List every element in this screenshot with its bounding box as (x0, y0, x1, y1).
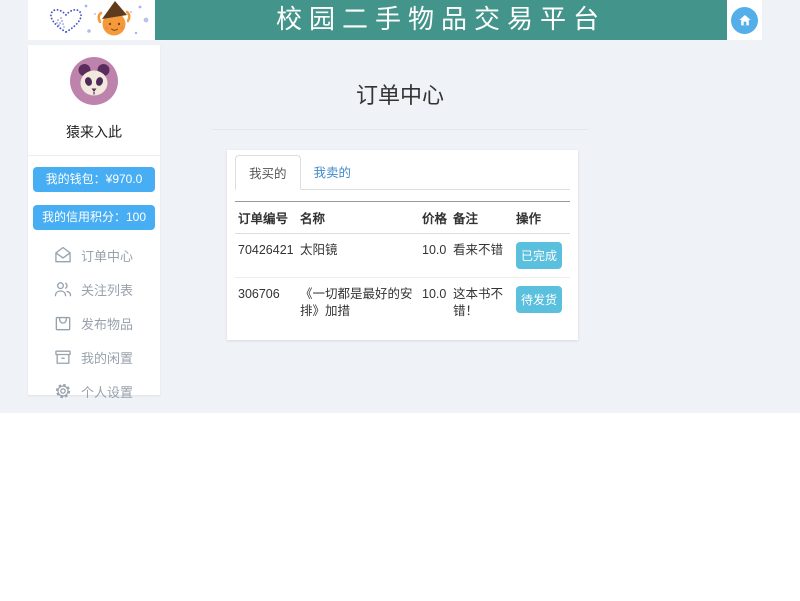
home-button-container (727, 0, 762, 40)
col-header-action: 操作 (513, 202, 570, 234)
col-header-name: 名称 (297, 202, 419, 234)
user-profile: 猿来入此 (28, 45, 160, 142)
site-title: 校园二手物品交易平台 (155, 0, 727, 40)
action-cell: 待发货 (513, 278, 570, 328)
table-row: 306706 《一切都是最好的安排》加措 10.0 这本书不错！ 待发货 (235, 278, 570, 328)
tab-my-purchases[interactable]: 我买的 (235, 155, 301, 190)
users-icon (53, 279, 73, 299)
tab-my-sales[interactable]: 我卖的 (301, 155, 365, 190)
avatar[interactable] (70, 57, 118, 105)
main-header: 订单中心 (212, 78, 588, 130)
sidebar-item-label: 发布物品 (81, 314, 133, 333)
name-cell: 《一切都是最好的安排》加措 (297, 278, 419, 328)
order-no-cell: 70426421 (235, 234, 297, 278)
price-cell: 10.0 (419, 278, 450, 328)
action-cell: 已完成 (513, 234, 570, 278)
sidebar: 猿来入此 我的钱包：¥970.0 我的信用积分：100 订单中心 关注列表 (28, 45, 160, 395)
order-status-button[interactable]: 已完成 (516, 242, 562, 269)
sidebar-divider (28, 155, 160, 156)
mail-open-icon (53, 245, 73, 265)
sidebar-menu: 订单中心 关注列表 发布物品 我的闲置 (28, 238, 160, 408)
note-cell: 看来不错 (450, 234, 513, 278)
home-button[interactable] (731, 7, 758, 34)
sidebar-item-follow-list[interactable]: 关注列表 (28, 272, 160, 306)
sidebar-item-label: 个人设置 (81, 382, 133, 401)
sidebar-item-label: 订单中心 (81, 246, 133, 265)
home-icon (737, 12, 753, 28)
orders-table: 订单编号 名称 价格 备注 操作 70426421 太阳镜 10.0 看来不错 … (235, 201, 570, 328)
note-cell: 这本书不错！ (450, 278, 513, 328)
table-header-row: 订单编号 名称 价格 备注 操作 (235, 202, 570, 234)
sidebar-item-label: 关注列表 (81, 280, 133, 299)
col-header-note: 备注 (450, 202, 513, 234)
username: 猿来入此 (28, 122, 160, 142)
order-tabs: 我买的 我卖的 (235, 155, 570, 190)
sidebar-item-publish-item[interactable]: 发布物品 (28, 306, 160, 340)
sidebar-item-order-center[interactable]: 订单中心 (28, 238, 160, 272)
page-title: 订单中心 (212, 78, 588, 110)
name-cell: 太阳镜 (297, 234, 419, 278)
logo-heart-and-face-icon (28, 0, 155, 40)
sidebar-item-personal-settings[interactable]: 个人设置 (28, 374, 160, 408)
shopping-bag-icon (53, 313, 73, 333)
title-divider (212, 129, 588, 130)
page: 校园二手物品交易平台 猿来入此 我的钱包：¥970.0 (0, 0, 800, 601)
orders-card: 我买的 我卖的 订单编号 名称 价格 备注 操作 70426421 太阳镜 10… (227, 150, 578, 340)
order-status-button[interactable]: 待发货 (516, 286, 562, 313)
order-no-cell: 306706 (235, 278, 297, 328)
archive-box-icon (53, 347, 73, 367)
gear-icon (53, 381, 73, 401)
sidebar-item-label: 我的闲置 (81, 348, 133, 367)
sidebar-item-my-idle[interactable]: 我的闲置 (28, 340, 160, 374)
price-cell: 10.0 (419, 234, 450, 278)
credit-badge[interactable]: 我的信用积分：100 (33, 205, 155, 230)
table-row: 70426421 太阳镜 10.0 看来不错 已完成 (235, 234, 570, 278)
wallet-badge[interactable]: 我的钱包：¥970.0 (33, 167, 155, 192)
col-header-price: 价格 (419, 202, 450, 234)
site-logo[interactable] (28, 0, 155, 40)
col-header-order-no: 订单编号 (235, 202, 297, 234)
